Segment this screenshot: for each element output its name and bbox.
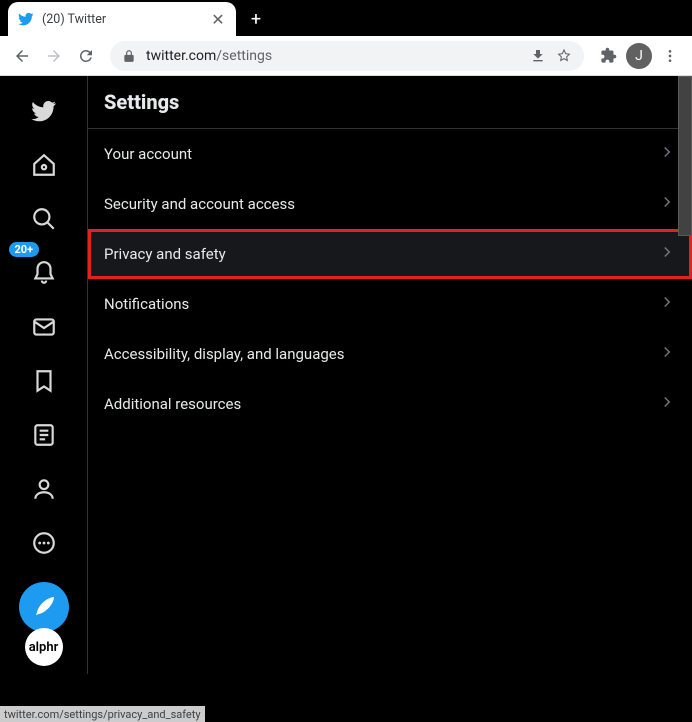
setting-row[interactable]: Additional resources xyxy=(88,379,692,429)
chevron-right-icon xyxy=(658,293,676,315)
browser-tab[interactable]: (20) Twitter ✕ xyxy=(8,2,236,36)
caret-down-icon xyxy=(571,11,581,21)
compose-tweet-button[interactable] xyxy=(19,582,69,632)
tab-title: (20) Twitter xyxy=(42,12,202,27)
profile-avatar[interactable]: J xyxy=(626,43,652,69)
chevron-right-icon xyxy=(658,343,676,365)
new-tab-button[interactable]: + xyxy=(242,5,270,33)
maximize-button[interactable] xyxy=(628,2,656,30)
reload-button[interactable] xyxy=(72,42,100,70)
setting-label: Security and account access xyxy=(104,195,295,213)
address-bar[interactable]: twitter.com/settings xyxy=(110,41,584,71)
forward-button[interactable] xyxy=(40,42,68,70)
nav-messages[interactable] xyxy=(19,302,69,352)
setting-row[interactable]: Privacy and safety xyxy=(88,229,692,279)
bookmark-star-icon[interactable] xyxy=(556,48,572,64)
setting-label: Accessibility, display, and languages xyxy=(104,345,344,363)
back-button[interactable] xyxy=(8,42,36,70)
bell-icon xyxy=(31,260,57,286)
browser-toolbar: twitter.com/settings J xyxy=(0,36,692,76)
more-circle-icon xyxy=(31,530,57,556)
setting-label: Your account xyxy=(104,145,192,163)
nav-lists[interactable] xyxy=(19,410,69,460)
twitter-bird-icon xyxy=(31,98,57,124)
extensions-icon[interactable] xyxy=(594,42,622,70)
twitter-logo[interactable] xyxy=(19,86,69,136)
envelope-icon xyxy=(31,314,57,340)
nav-home[interactable] xyxy=(19,140,69,190)
person-icon xyxy=(31,476,57,502)
status-bar: twitter.com/settings/privacy_and_safety xyxy=(0,706,205,722)
nav-more[interactable] xyxy=(19,518,69,568)
twitter-app: 20+ alphr Settings Your account Security … xyxy=(0,76,692,674)
tab-close-button[interactable]: ✕ xyxy=(210,10,226,29)
setting-row[interactable]: Accessibility, display, and languages xyxy=(88,329,692,379)
feather-icon xyxy=(32,595,56,619)
page-title: Settings xyxy=(88,76,692,129)
chrome-menu-icon[interactable] xyxy=(656,42,684,70)
chevron-right-icon xyxy=(658,193,676,215)
nav-explore[interactable] xyxy=(19,194,69,244)
setting-row[interactable]: Security and account access xyxy=(88,179,692,229)
close-window-button[interactable] xyxy=(656,2,684,30)
list-icon xyxy=(31,422,57,448)
sidebar: 20+ alphr xyxy=(0,76,88,674)
twitter-favicon-icon xyxy=(18,11,34,27)
scrollbar-thumb[interactable] xyxy=(678,76,692,236)
settings-list: Your account Security and account access P… xyxy=(88,129,692,429)
nav-profile[interactable] xyxy=(19,464,69,514)
setting-label: Privacy and safety xyxy=(104,245,226,263)
lock-icon xyxy=(122,49,136,63)
nav-notifications[interactable]: 20+ xyxy=(19,248,69,298)
browser-badge-icon xyxy=(568,8,584,24)
setting-row[interactable]: Notifications xyxy=(88,279,692,329)
install-icon[interactable] xyxy=(530,48,546,64)
minimize-button[interactable] xyxy=(600,2,628,30)
search-icon xyxy=(31,206,57,232)
chevron-right-icon xyxy=(658,243,676,265)
home-icon xyxy=(31,152,57,178)
chevron-right-icon xyxy=(658,143,676,165)
url-text: twitter.com/settings xyxy=(146,48,520,64)
chevron-right-icon xyxy=(658,393,676,415)
bookmark-icon xyxy=(31,368,57,394)
settings-panel: Settings Your account Security and accoun… xyxy=(88,76,692,674)
setting-label: Additional resources xyxy=(104,395,241,413)
setting-label: Notifications xyxy=(104,295,189,313)
notifications-badge: 20+ xyxy=(9,242,40,257)
account-avatar[interactable]: alphr xyxy=(25,628,63,666)
nav-bookmarks[interactable] xyxy=(19,356,69,406)
setting-row[interactable]: Your account xyxy=(88,129,692,179)
